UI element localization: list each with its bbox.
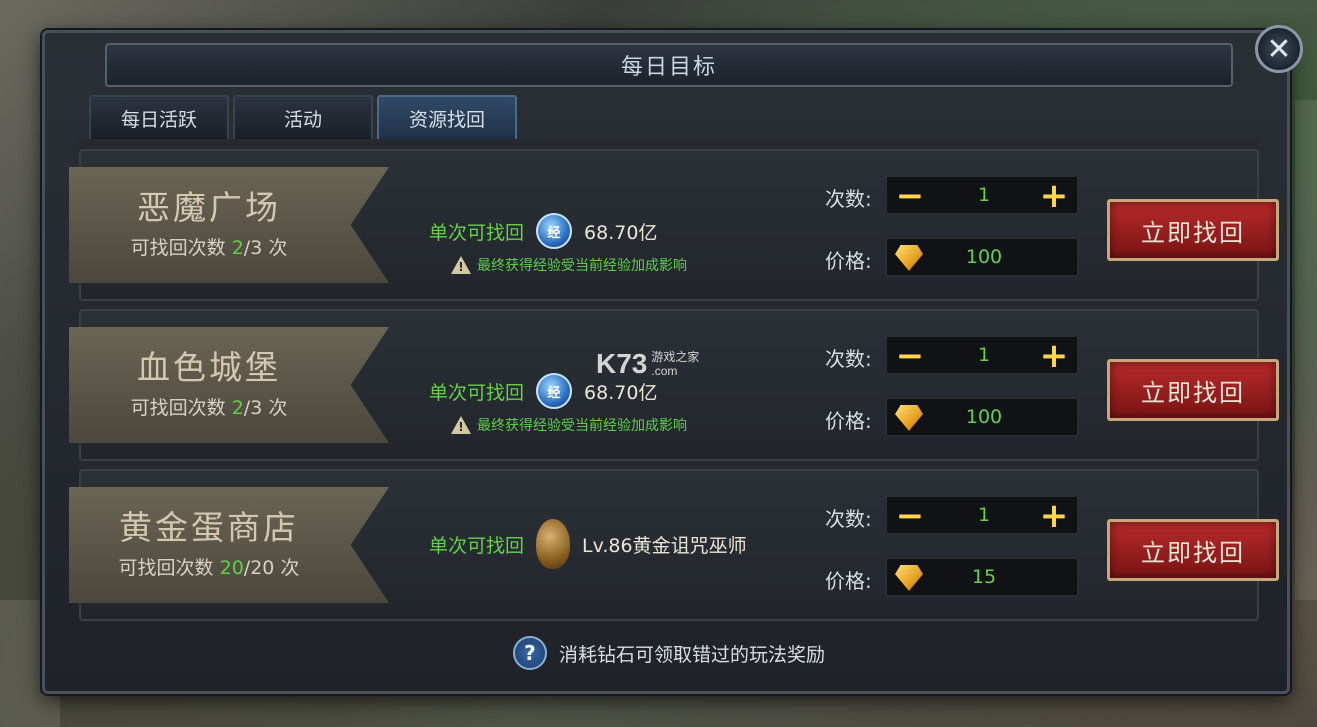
plus-button[interactable]: + [1037,336,1071,376]
activity-name: 黄金蛋商店 [119,508,299,547]
watermark-logo: K73 游戏之家 .com [596,348,699,380]
watermark-domain: .com [651,364,678,378]
activity-banner: 恶魔广场 可找回次数 2/3 次 [69,167,389,283]
price-value: 100 [965,406,1003,428]
diamond-icon [895,565,923,591]
plus-button[interactable]: + [1037,496,1071,536]
minus-button[interactable]: − [893,176,927,216]
recover-now-button[interactable]: 立即找回 [1107,359,1279,421]
background-tile [1295,100,1317,600]
recover-now-button[interactable]: 立即找回 [1107,519,1279,581]
diamond-icon [895,405,923,431]
count-label: 次数: [825,347,872,371]
recover-once-label: 单次可找回 [429,221,525,244]
price-box: 100 [885,237,1079,277]
experience-icon: 经 [536,373,573,409]
tab-bar: 每日活跃 活动 资源找回 [89,95,517,139]
recover-now-button[interactable]: 立即找回 [1107,199,1279,261]
footer-text: 消耗钻石可领取错过的玩法奖励 [558,643,825,666]
exp-note: ! 最终获得经验受当前经验加成影响 [451,415,687,435]
activity-banner: 血色城堡 可找回次数 2/3 次 [69,327,389,443]
recoverable-count: 可找回次数 2/3 次 [130,237,288,259]
watermark-k73: K73 [596,348,648,379]
minus-button[interactable]: − [893,496,927,536]
close-icon: ✕ [1266,31,1292,67]
count-value: 1 [977,184,991,206]
tab-events[interactable]: 活动 [233,95,373,139]
warning-icon: ! [451,256,471,274]
price-label: 价格: [825,409,872,433]
count-label: 次数: [825,507,872,531]
recovery-row: 血色城堡 可找回次数 2/3 次 单次可找回 经 68.70亿 ! 最终获得经验… [69,309,1279,461]
count-value: 1 [977,344,991,366]
count-stepper: − 1 + [885,495,1079,536]
recover-once-label: 单次可找回 [429,381,525,404]
price-label: 价格: [825,569,872,593]
footer-hint: ? 消耗钻石可领取错过的玩法奖励 [79,629,1259,677]
price-value: 100 [965,246,1003,268]
recovery-row: 黄金蛋商店 可找回次数 20/20 次 单次可找回 Lv.86黄金诅咒巫师 次数… [69,469,1279,621]
golden-egg-icon [536,519,571,569]
activity-banner: 黄金蛋商店 可找回次数 20/20 次 [69,487,389,603]
recoverable-count: 可找回次数 2/3 次 [130,397,288,419]
window-title: 每日目标 [620,55,717,80]
help-icon[interactable]: ? [512,636,547,670]
count-label: 次数: [825,187,872,211]
activity-name: 恶魔广场 [137,188,281,227]
close-button[interactable]: ✕ [1255,25,1303,73]
reward-info: 单次可找回 Lv.86黄金诅咒巫师 [429,519,747,569]
reward-value: Lv.86黄金诅咒巫师 [582,534,747,557]
experience-icon: 经 [536,213,573,249]
plus-button[interactable]: + [1037,176,1071,216]
reward-value: 68.70亿 [584,221,658,244]
count-value: 1 [977,504,991,526]
warning-icon: ! [451,416,471,434]
recover-once-label: 单次可找回 [429,534,525,557]
recoverable-count: 可找回次数 20/20 次 [118,557,300,579]
count-stepper: − 1 + [885,335,1079,376]
watermark-site-name: 游戏之家 [651,350,700,364]
count-stepper: − 1 + [885,175,1079,216]
price-value: 15 [971,566,997,588]
tab-daily-active[interactable]: 每日活跃 [89,95,229,139]
title-bar: 每日目标 [105,43,1233,87]
price-box: 15 [885,557,1079,597]
price-box: 100 [885,397,1079,437]
diamond-icon [895,245,923,271]
exp-note: ! 最终获得经验受当前经验加成影响 [451,255,687,275]
activity-name: 血色城堡 [137,348,281,387]
reward-value: 68.70亿 [584,381,658,404]
reward-info: 单次可找回 经 68.70亿 [429,213,657,249]
minus-button[interactable]: − [893,336,927,376]
recovery-row: 恶魔广场 可找回次数 2/3 次 单次可找回 经 68.70亿 ! 最终获得经验… [69,149,1279,301]
price-label: 价格: [825,249,872,273]
tab-resource-recovery[interactable]: 资源找回 [377,95,517,139]
